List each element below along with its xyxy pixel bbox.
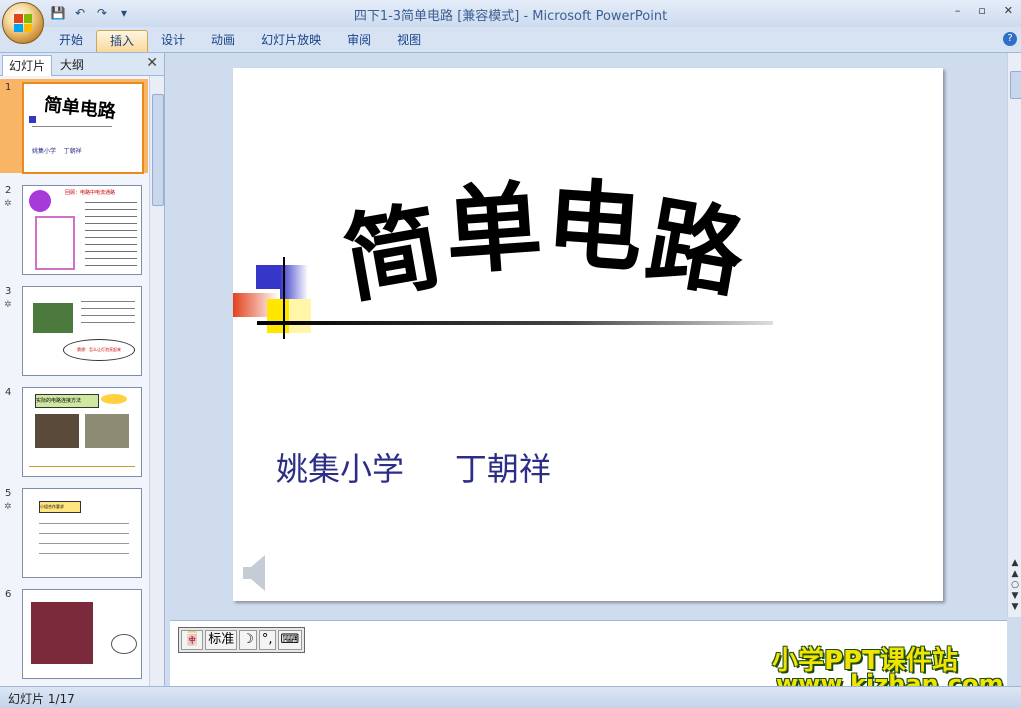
thumb-title: 简单电路 [42, 94, 117, 123]
slide-number: 2 [5, 185, 12, 196]
thumb-caption: 回顾：电路中电流通路 [65, 190, 116, 196]
punctuation-icon[interactable]: °, [258, 630, 276, 650]
tab-home[interactable]: 开始 [46, 30, 96, 51]
thumb-caption: 猜想：怎么让灯泡亮起来 [63, 339, 135, 361]
tab-view[interactable]: 视图 [384, 30, 434, 51]
slide-thumb-4[interactable]: 4 实际的电路连接方法 [0, 384, 148, 478]
animation-icon: ✲ [4, 502, 12, 512]
slide-thumb-image: 简单电路 姚集小学 丁朝祥 [22, 82, 144, 174]
slides-pane: 幻灯片 大纲 ✕ 1 简单电路 姚集小学 丁朝祥 2 ✲ 回顾：电路中电流通路 [0, 53, 165, 686]
thumb-caption: 小组合作要求 [39, 501, 81, 513]
help-icon[interactable]: ? [1003, 32, 1017, 46]
ime-icon[interactable]: 🀄 [181, 630, 204, 650]
pane-tabs: 幻灯片 大纲 ✕ [0, 53, 164, 76]
tab-design[interactable]: 设计 [148, 30, 198, 51]
prev-next-slide-arrows[interactable]: ▲ ▲ ○ ▼ ▼ [1009, 558, 1021, 613]
animation-icon: ✲ [4, 300, 12, 310]
close-button[interactable]: ✕ [1004, 4, 1013, 17]
slide-subtitle[interactable]: 姚集小学 丁朝祥 [276, 444, 551, 490]
slide-thumb-image: 实际的电路连接方法 [22, 387, 142, 477]
slide-thumb-2[interactable]: 2 ✲ 回顾：电路中电流通路 [0, 182, 148, 276]
thumb-caption: 实际的电路连接方法 [35, 394, 99, 408]
tab-animations[interactable]: 动画 [198, 30, 248, 51]
slide-thumb-5[interactable]: 5 ✲ 小组合作要求 [0, 485, 148, 579]
scroll-thumb[interactable] [152, 94, 164, 206]
title-bar: 💾 ↶ ↷ ▾ 四下1-3简单电路 [兼容模式] - Microsoft Pow… [0, 0, 1021, 27]
keyboard-icon[interactable]: ⌨ [277, 630, 303, 650]
slide-number: 1 [5, 82, 12, 93]
slide-thumb-1[interactable]: 1 简单电路 姚集小学 丁朝祥 [0, 79, 148, 174]
slide-thumb-6[interactable]: 6 [0, 586, 148, 680]
slide-thumb-3[interactable]: 3 ✲ 猜想：怎么让灯泡亮起来 [0, 283, 148, 377]
animation-icon: ✲ [4, 199, 12, 209]
ribbon: 开始 插入 设计 动画 幻灯片放映 审阅 视图 ? [0, 27, 1021, 53]
slide-thumb-image [22, 589, 142, 679]
slide-number: 6 [5, 589, 12, 600]
slide-number: 3 [5, 286, 12, 297]
thumb-sub: 姚集小学 丁朝祥 [32, 148, 82, 155]
slide-thumb-image: 猜想：怎么让灯泡亮起来 [22, 286, 142, 376]
ime-mode-button[interactable]: 标准 [205, 630, 238, 650]
slide-scrollbar[interactable]: ▲ ▲ ○ ▼ ▼ [1007, 53, 1021, 617]
ime-toolbar: 🀄 标准 ☽ °, ⌨ [178, 627, 306, 653]
tab-slideshow[interactable]: 幻灯片放映 [248, 30, 334, 51]
slide-thumb-image: 回顾：电路中电流通路 [22, 185, 142, 275]
slide-thumb-image: 小组合作要求 [22, 488, 142, 578]
window-controls: – ▫ ✕ [955, 4, 1013, 17]
ribbon-tabs: 开始 插入 设计 动画 幻灯片放映 审阅 视图 [46, 30, 434, 52]
slide-number: 4 [5, 387, 12, 398]
slide-thumbnails: 1 简单电路 姚集小学 丁朝祥 2 ✲ 回顾：电路中电流通路 3 ✲ 猜想：怎么… [0, 76, 148, 686]
current-slide[interactable]: 简单电路 姚集小学 丁朝祥 [233, 68, 943, 601]
slide-counter: 幻灯片 1/17 [8, 692, 75, 706]
minimize-button[interactable]: – [955, 4, 961, 17]
tab-slides[interactable]: 幻灯片 [2, 55, 53, 76]
speaker-icon[interactable] [241, 553, 269, 593]
tab-outline[interactable]: 大纲 [54, 55, 90, 75]
office-button[interactable] [2, 2, 44, 44]
maximize-button[interactable]: ▫ [978, 4, 985, 17]
pane-close-icon[interactable]: ✕ [146, 55, 158, 71]
scroll-thumb[interactable] [1010, 71, 1021, 99]
slide-title[interactable]: 简单电路 [336, 123, 833, 317]
decorative-line-graphic [233, 257, 773, 339]
tab-insert[interactable]: 插入 [96, 30, 149, 52]
thumbnail-scrollbar[interactable] [149, 76, 164, 686]
thumb-deco [29, 116, 36, 123]
status-bar: 幻灯片 1/17 [0, 686, 1021, 708]
moon-icon[interactable]: ☽ [239, 630, 257, 650]
thumb-line [32, 126, 112, 127]
office-logo-icon [14, 14, 32, 32]
tab-review[interactable]: 审阅 [334, 30, 384, 51]
slide-number: 5 [5, 488, 12, 499]
window-title: 四下1-3简单电路 [兼容模式] - Microsoft PowerPoint [353, 9, 668, 24]
